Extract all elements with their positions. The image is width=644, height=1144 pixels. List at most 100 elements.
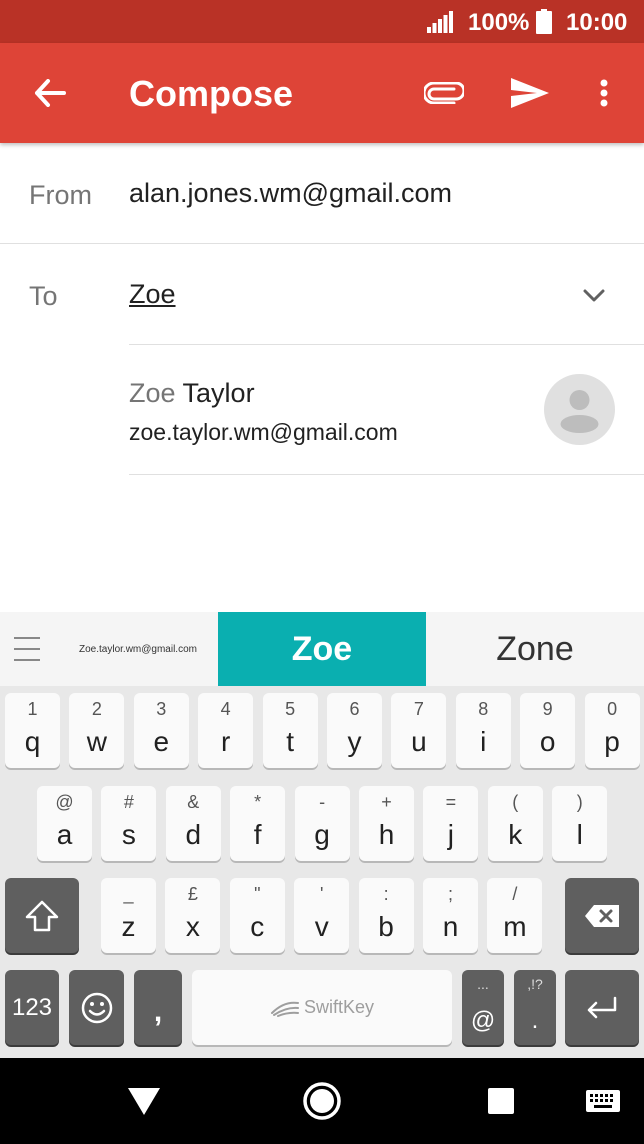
key-label: v xyxy=(314,911,329,942)
key-r[interactable]: 4r xyxy=(198,693,254,768)
key-n[interactable]: ; n xyxy=(423,878,478,953)
back-button[interactable] xyxy=(22,65,78,121)
key-b[interactable]: :b xyxy=(358,878,414,953)
key-hint: 1 xyxy=(27,699,38,719)
key-f[interactable]: * f xyxy=(230,786,286,861)
key-hint: @ xyxy=(55,792,74,812)
emoji-key[interactable] xyxy=(69,970,124,1045)
from-account[interactable]: alan.jones.wm@gmail.com xyxy=(129,178,452,209)
to-label: To xyxy=(29,281,58,311)
key-x[interactable]: £ x xyxy=(165,878,221,953)
prediction-bar: Zoe.taylor.wm@gmail.com Zoe Zone xyxy=(0,612,644,686)
to-input[interactable]: Zoe xyxy=(129,279,176,310)
key-hint: 8 xyxy=(478,699,489,719)
enter-key[interactable] xyxy=(565,970,639,1045)
expand-recipients-button[interactable] xyxy=(574,276,614,316)
numbers-key-label: 123 xyxy=(11,993,53,1021)
key-g[interactable]: -g xyxy=(294,786,350,861)
space-key[interactable]: SwiftKey xyxy=(192,970,452,1045)
key-h[interactable]: + h xyxy=(359,786,414,861)
at-key[interactable]: ... @ xyxy=(462,970,504,1045)
key-label: d xyxy=(185,819,202,850)
key-p[interactable]: 0p xyxy=(584,693,640,768)
key-label: w xyxy=(86,726,107,757)
suggestion-name: Zoe Taylor xyxy=(129,378,255,409)
space-key-brand: SwiftKey xyxy=(303,997,375,1017)
key-m[interactable]: / m xyxy=(487,878,543,953)
key-hint: 4 xyxy=(220,699,231,719)
key-v[interactable]: ' v xyxy=(294,878,350,953)
divider xyxy=(0,243,644,244)
numbers-key[interactable]: 123 xyxy=(5,970,59,1045)
send-button[interactable] xyxy=(504,67,556,119)
key-o[interactable]: 9o xyxy=(520,693,576,768)
avatar xyxy=(544,374,615,445)
more-options-button[interactable] xyxy=(582,67,626,119)
key-k[interactable]: (k xyxy=(487,786,543,861)
key-hint: 7 xyxy=(413,699,424,719)
square-recents-icon xyxy=(488,1088,514,1114)
key-label: e xyxy=(153,726,170,757)
person-icon xyxy=(560,390,599,433)
chevron-down-icon xyxy=(583,289,605,302)
keyboard-switch-button[interactable] xyxy=(575,1073,631,1129)
prediction-left[interactable]: Zoe.taylor.wm@gmail.com xyxy=(58,612,218,686)
key-hint: ' xyxy=(319,884,324,904)
backspace-icon xyxy=(585,904,619,927)
key-j[interactable]: = j xyxy=(423,786,479,861)
key-hint: : xyxy=(383,884,389,904)
nav-home-button[interactable] xyxy=(294,1073,350,1129)
key-s[interactable]: # s xyxy=(101,786,157,861)
period-key[interactable]: ,!? . xyxy=(514,970,556,1045)
backspace-key[interactable] xyxy=(565,878,639,953)
key-i[interactable]: 8i xyxy=(455,693,511,768)
key-hint: ( xyxy=(512,792,519,812)
key-hint: 6 xyxy=(349,699,360,719)
key-a[interactable]: @ a xyxy=(37,786,92,861)
page-title: Compose xyxy=(129,73,294,114)
key-d[interactable]: & d xyxy=(165,786,221,861)
enter-icon xyxy=(587,996,617,1018)
key-label: z xyxy=(121,911,136,942)
keyboard-menu-button[interactable] xyxy=(14,637,40,661)
key-label: m xyxy=(503,911,527,942)
at-key-hint: ... xyxy=(477,976,489,992)
signal-icon xyxy=(427,11,453,33)
key-q[interactable]: 1q xyxy=(5,693,60,768)
shift-icon xyxy=(25,900,59,931)
nav-back-button[interactable] xyxy=(116,1073,172,1129)
key-c[interactable]: " c xyxy=(229,878,285,953)
contact-suggestion[interactable]: Zoe Taylor zoe.taylor.wm@gmail.com xyxy=(0,345,644,475)
swiftkey-logo-icon xyxy=(270,1001,299,1017)
key-hint: 9 xyxy=(542,699,553,719)
key-hint: * xyxy=(254,792,262,812)
period-key-label: . xyxy=(531,1007,539,1034)
key-label: y xyxy=(347,726,362,757)
comma-key[interactable]: , xyxy=(134,970,182,1045)
nav-recents-button[interactable] xyxy=(473,1073,529,1129)
clock: 10:00 xyxy=(566,9,628,36)
suggestion-name-rest: Taylor xyxy=(175,378,255,408)
suggestion-name-match: Zoe xyxy=(129,378,176,408)
key-w[interactable]: 2w xyxy=(69,693,125,768)
shift-key[interactable] xyxy=(5,878,79,953)
key-hint: # xyxy=(123,792,134,812)
prediction-center[interactable]: Zoe xyxy=(218,612,426,686)
key-z[interactable]: _ z xyxy=(101,878,156,953)
key-hint: & xyxy=(187,792,200,812)
key-u[interactable]: 7u xyxy=(391,693,447,768)
navigation-bar xyxy=(0,1058,644,1144)
key-y[interactable]: 6y xyxy=(327,693,382,768)
attach-button[interactable] xyxy=(418,67,470,119)
key-e[interactable]: 3e xyxy=(133,693,189,768)
key-hint: - xyxy=(319,792,326,812)
smiley-icon xyxy=(81,992,112,1023)
prediction-right[interactable]: Zone xyxy=(426,612,644,686)
key-label: u xyxy=(411,726,427,757)
key-l[interactable]: ) l xyxy=(552,786,608,861)
key-hint: " xyxy=(254,884,261,904)
key-t[interactable]: 5t xyxy=(262,693,318,768)
key-label: p xyxy=(604,726,620,757)
key-label: b xyxy=(378,911,394,942)
suggestion-email: zoe.taylor.wm@gmail.com xyxy=(129,419,398,445)
